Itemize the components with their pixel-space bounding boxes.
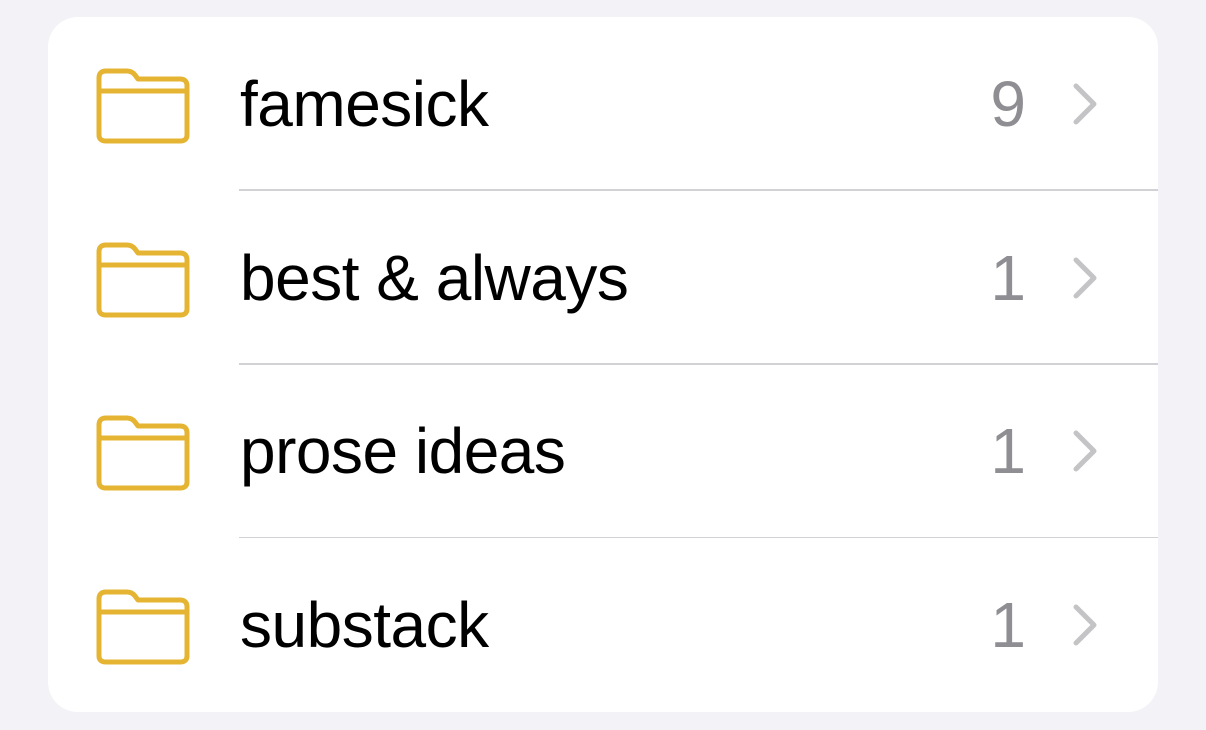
folder-icon	[93, 238, 193, 318]
note-count: 1	[990, 589, 1026, 662]
folder-name: prose ideas	[240, 415, 566, 488]
chevron-right-icon	[1070, 601, 1100, 649]
folder-icon	[93, 585, 193, 665]
folder-list: famesick 9 best & always 1 prose ideas 1…	[48, 17, 1158, 712]
folder-row-prose-ideas[interactable]: prose ideas 1	[48, 365, 1158, 539]
folder-icon	[93, 64, 193, 144]
note-count: 1	[990, 241, 1026, 314]
chevron-right-icon	[1070, 427, 1100, 475]
folder-icon	[93, 411, 193, 491]
folder-name: famesick	[240, 67, 489, 140]
note-count: 1	[990, 415, 1026, 488]
chevron-right-icon	[1070, 80, 1100, 128]
folder-row-famesick[interactable]: famesick 9	[48, 17, 1158, 191]
folder-row-substack[interactable]: substack 1	[48, 538, 1158, 712]
chevron-right-icon	[1070, 254, 1100, 302]
note-count: 9	[990, 67, 1026, 140]
folder-name: substack	[240, 589, 489, 662]
folder-row-best-always[interactable]: best & always 1	[48, 191, 1158, 365]
folder-name: best & always	[240, 241, 629, 314]
